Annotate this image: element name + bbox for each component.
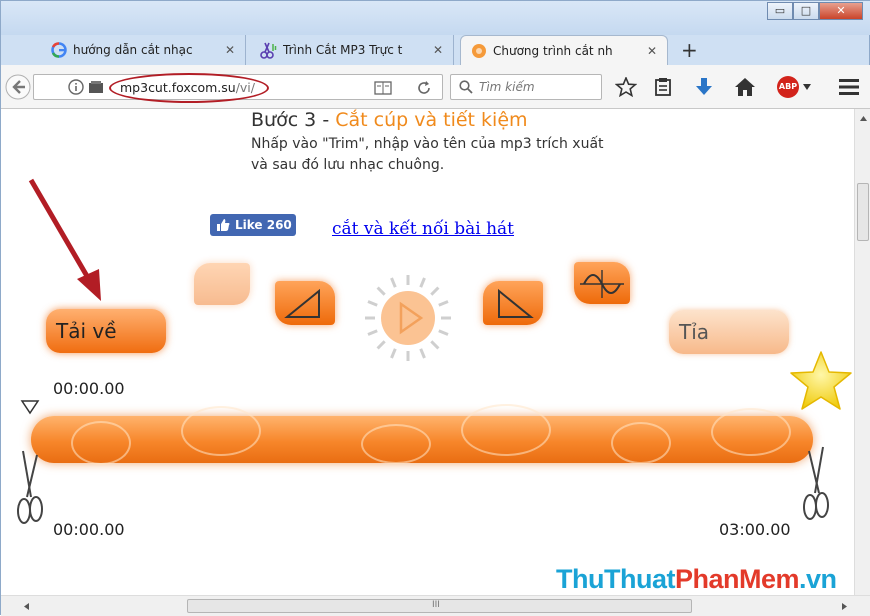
decor-swirl	[361, 424, 431, 464]
search-icon	[459, 80, 473, 94]
reading-list-icon[interactable]	[653, 77, 673, 97]
orange-favicon	[472, 43, 486, 58]
start-scissors-icon[interactable]	[13, 449, 49, 527]
download-button[interactable]: Tải về	[46, 309, 166, 353]
decor-swirl	[181, 406, 261, 456]
star-icon[interactable]	[615, 77, 637, 97]
fade-out-triangle-icon	[498, 288, 534, 318]
step-prefix: Bước 3 -	[251, 109, 336, 131]
address-bar[interactable]: mp3cut.foxcom.su/vi/	[33, 73, 443, 103]
watermark-part2: PhanMem	[674, 564, 800, 594]
decor-swirl	[461, 404, 551, 456]
scroll-left-icon[interactable]	[23, 602, 30, 611]
red-highlight-oval	[109, 73, 269, 103]
decor-swirl	[611, 422, 671, 464]
search-input[interactable]: Tìm kiếm	[450, 74, 602, 100]
adblock-plus-icon[interactable]: ABP	[777, 76, 799, 98]
page-icon	[89, 81, 103, 93]
watermark-part1: ThuThuat	[556, 564, 675, 594]
tab-active-cutter[interactable]: Chương trình cắt nhạc ✕	[460, 35, 668, 65]
scroll-right-icon[interactable]	[841, 602, 848, 611]
page-content: Bước 3 - Cắt cúp và tiết kiệm Nhấp vào "…	[1, 109, 854, 595]
site-watermark: ThuThuatPhanMem.vn	[556, 564, 837, 595]
waveform-bar[interactable]	[31, 404, 813, 465]
tab-close-icon[interactable]: ✕	[647, 44, 657, 58]
facebook-like-button[interactable]: Like 260	[210, 214, 296, 236]
annotation-arrow-icon	[28, 178, 101, 301]
window-controls: ▭ □ ✕	[767, 2, 863, 20]
decor-swirl	[711, 408, 791, 456]
end-scissors-icon[interactable]	[797, 445, 833, 523]
fade-left-button[interactable]	[275, 281, 335, 325]
vertical-scroll-thumb[interactable]	[857, 183, 869, 241]
google-g-icon	[51, 42, 67, 58]
close-button[interactable]: ✕	[819, 2, 863, 20]
home-icon[interactable]	[734, 77, 756, 97]
nav-toolbar: mp3cut.foxcom.su/vi/ Tìm kiếm ABP	[1, 65, 870, 109]
end-time: 03:00.00	[719, 520, 791, 539]
scroll-grip: III	[432, 600, 440, 610]
tab-label: Chương trình cắt nhạc	[493, 43, 613, 58]
decor-swirl	[71, 421, 131, 465]
minimize-button[interactable]: ▭	[767, 2, 793, 20]
horizontal-scrollbar[interactable]: III	[1, 595, 870, 616]
like-label: Like 260	[235, 218, 292, 232]
thumbs-up-icon	[217, 219, 230, 231]
fade-right-button[interactable]	[483, 281, 543, 325]
info-icon[interactable]	[68, 79, 84, 95]
reload-icon[interactable]	[416, 80, 432, 96]
position-marker-icon[interactable]	[20, 399, 40, 415]
menu-icon[interactable]	[839, 78, 859, 96]
current-time: 00:00.00	[53, 379, 125, 398]
favorite-star-icon[interactable]	[787, 349, 854, 413]
tab-label: hướng dẫn cắt nhạc trê	[73, 43, 193, 57]
fade-in-triangle-icon	[284, 288, 320, 318]
vertical-scrollbar[interactable]	[854, 109, 870, 595]
watermark-part3: .vn	[799, 564, 837, 594]
step-heading: Bước 3 - Cắt cúp và tiết kiệm	[251, 109, 528, 131]
search-placeholder: Tìm kiếm	[479, 80, 535, 94]
scroll-up-icon[interactable]	[859, 115, 868, 122]
download-icon[interactable]	[694, 77, 714, 97]
new-tab-button[interactable]: +	[681, 38, 698, 62]
play-button[interactable]	[363, 273, 453, 363]
sine-wave-icon	[580, 270, 624, 298]
trim-button[interactable]: Tỉa	[669, 310, 789, 354]
waveform-button[interactable]	[574, 262, 630, 304]
back-icon[interactable]	[5, 74, 31, 100]
scissors-audio-icon	[260, 42, 277, 59]
horizontal-scroll-thumb[interactable]: III	[187, 599, 692, 613]
start-time: 00:00.00	[53, 520, 125, 539]
tab-label: Trình Cắt MP3 Trực tuy	[283, 43, 403, 57]
step-description: Nhấp vào "Trim", nhập vào tên của mp3 tr…	[251, 136, 604, 173]
step-title: Cắt cúp và tiết kiệm	[335, 109, 528, 131]
tab-search[interactable]: hướng dẫn cắt nhạc trê ✕	[41, 35, 246, 65]
title-bar: ▭ □ ✕	[1, 1, 870, 35]
reader-view-icon[interactable]	[374, 80, 392, 96]
tab-mp3-cutter[interactable]: Trình Cắt MP3 Trực tuy ✕	[249, 35, 454, 65]
play-icon	[365, 275, 451, 361]
browser-window: ▭ □ ✕ hướng dẫn cắt nhạc trê ✕ Trình Cắt…	[0, 0, 870, 616]
tab-close-icon[interactable]: ✕	[433, 43, 443, 57]
fade-in-button[interactable]	[194, 263, 250, 305]
cut-and-join-link[interactable]: cắt và kết nối bài hát	[332, 219, 514, 239]
dropdown-arrow-icon[interactable]	[802, 83, 812, 91]
maximize-button[interactable]: □	[793, 2, 819, 20]
tab-close-icon[interactable]: ✕	[225, 43, 235, 57]
